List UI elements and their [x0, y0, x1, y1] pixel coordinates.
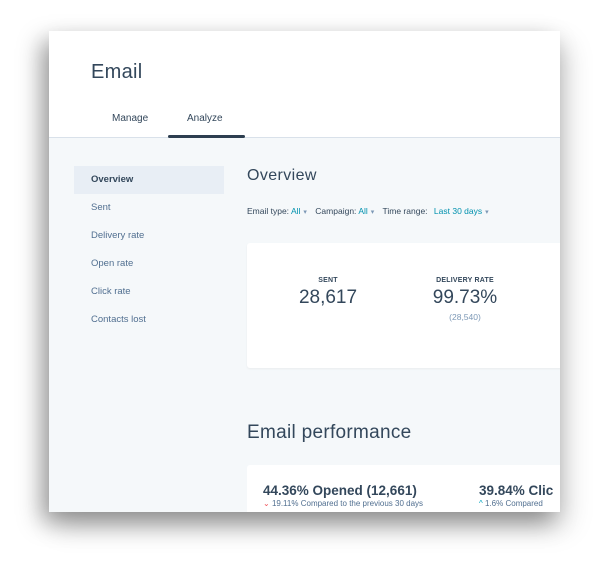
- filter-bar: Email type: All ▾ Campaign: All ▾ Time ran…: [247, 206, 495, 216]
- metric-headline: 44.36% Opened (12,661): [263, 483, 417, 498]
- stat-subvalue: (28,540): [449, 312, 481, 322]
- sidebar-item-contacts-lost[interactable]: Contacts lost: [74, 306, 224, 334]
- metric-comparison: ⌄ 19.11% Compared to the previous 30 day…: [263, 499, 423, 508]
- perf-metric-opened: 44.36% Opened (12,661) ⌄ 19.11% Compared…: [263, 483, 423, 508]
- stat-label: DELIVERY RATE: [436, 277, 494, 284]
- time-range-dropdown[interactable]: Last 30 days: [434, 206, 482, 216]
- email-app-window: Email Manage Analyze Overview Sent Deliv…: [49, 31, 560, 512]
- sidebar-item-delivery-rate[interactable]: Delivery rate: [74, 222, 224, 250]
- stat-sent: SENT 28,617: [268, 277, 388, 309]
- metric-comparison: ^ 1.6% Compared: [479, 499, 553, 508]
- page-title: Email: [91, 61, 143, 83]
- sidebar-item-overview[interactable]: Overview: [74, 166, 224, 194]
- comparison-text: Compared to the previous 30 days: [300, 499, 424, 508]
- sidebar-item-open-rate[interactable]: Open rate: [74, 250, 224, 278]
- metric-headline: 39.84% Clic: [479, 483, 554, 498]
- app-header: Email Manage Analyze: [49, 31, 560, 138]
- sidebar-item-sent[interactable]: Sent: [74, 194, 224, 222]
- stat-value: 99.73%: [432, 287, 498, 308]
- caret-down-icon[interactable]: ▾: [485, 209, 489, 216]
- campaign-dropdown[interactable]: All: [358, 206, 367, 216]
- stat-delivery-rate: DELIVERY RATE 99.73% (28,540): [405, 277, 525, 322]
- email-performance-card: 44.36% Opened (12,661) ⌄ 19.11% Compared…: [247, 465, 560, 512]
- stat-label: SENT: [318, 277, 338, 284]
- change-value: 19.11%: [271, 499, 299, 508]
- change-value: 1.6%: [485, 499, 504, 508]
- email-type-label: Email type:: [247, 206, 290, 216]
- sidebar-nav: Overview Sent Delivery rate Open rate Cl…: [74, 166, 224, 334]
- active-tab-indicator: [168, 135, 245, 138]
- campaign-label: Campaign:: [315, 206, 357, 216]
- sidebar-item-click-rate[interactable]: Click rate: [74, 278, 224, 306]
- perf-metric-clicked: 39.84% Clic ^ 1.6% Compared: [479, 483, 553, 508]
- caret-down-icon[interactable]: ▾: [371, 209, 375, 216]
- email-type-dropdown[interactable]: All: [291, 206, 300, 216]
- tab-analyze[interactable]: Analyze: [187, 113, 223, 124]
- comparison-text: Compared: [505, 499, 543, 508]
- section-title-email-performance: Email performance: [247, 422, 412, 443]
- section-title-overview: Overview: [247, 167, 317, 184]
- tab-manage[interactable]: Manage: [112, 113, 148, 124]
- time-range-label: Time range:: [382, 206, 428, 216]
- trend-down-icon: ⌄: [263, 499, 270, 508]
- caret-down-icon[interactable]: ▾: [303, 209, 307, 216]
- stat-value: 28,617: [298, 287, 358, 308]
- trend-up-icon: ^: [479, 499, 483, 508]
- overview-stats-card: SENT 28,617 DELIVERY RATE 99.73% (28,540…: [247, 243, 560, 368]
